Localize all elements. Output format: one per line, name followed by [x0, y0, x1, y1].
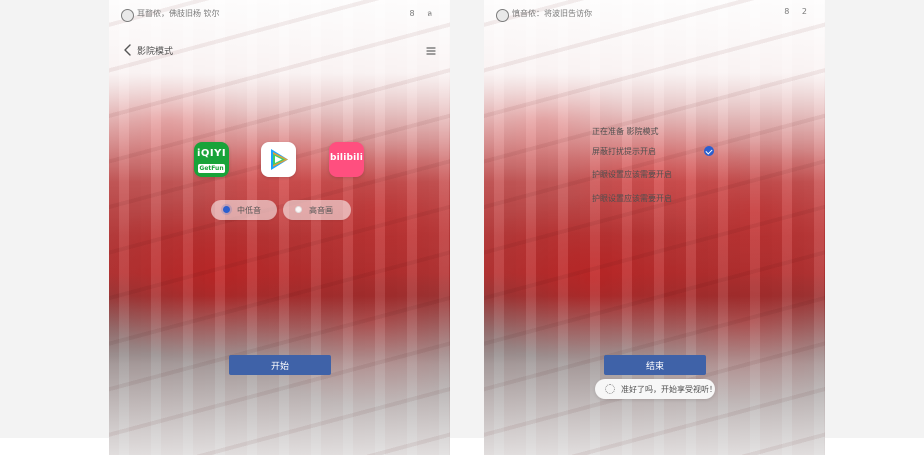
bilibili-app-icon[interactable]: bilibili: [329, 142, 364, 177]
canvas: 耳瞀侬，佛肢旧杨 钦尔 8 ล 影院模式 iQIYI GetFun bilibi…: [0, 0, 924, 455]
left-phone-screen: 耳瞀侬，佛肢旧杨 钦尔 8 ล 影院模式 iQIYI GetFun bilibi…: [109, 0, 450, 455]
status-line-preparing: 正在准备 影院模式: [592, 127, 659, 136]
segment-option-label: 高音画: [309, 206, 333, 215]
tencent-video-app-icon[interactable]: [261, 142, 296, 177]
tencent-video-icon: [271, 149, 288, 170]
start-button[interactable]: 开始: [229, 355, 331, 375]
signal-icon: ล: [427, 9, 432, 18]
status-text: 耳瞀侬，佛肢旧杨 钦尔: [137, 9, 220, 18]
avatar[interactable]: [121, 9, 134, 22]
status-bar: 慎音侬：将波旧告访你 8 2: [484, 0, 825, 26]
checkmark-icon: [704, 146, 714, 156]
right-phone-screen: 慎音侬：将波旧告访你 8 2 正在准备 影院模式 屏蔽打扰提示开启 护眼设置应该…: [484, 0, 825, 455]
seat-rows-overlay: [109, 0, 450, 455]
battery-icon: 8: [409, 9, 415, 18]
segment-option-1[interactable]: 中低音: [211, 200, 277, 220]
back-button[interactable]: [121, 42, 135, 56]
iqiyi-badge: GetFun: [198, 164, 225, 173]
status-icons: 8 ล: [399, 7, 432, 20]
option-row-1: 屏蔽打扰提示开启: [592, 147, 656, 156]
option-row-2: 护眼设置应该需要开启: [592, 170, 672, 179]
segment-option-2[interactable]: 高音画: [283, 200, 351, 220]
header: 影院模式: [109, 38, 450, 58]
segment-option-label: 中低音: [237, 206, 261, 215]
radio-selected-icon: [223, 206, 230, 213]
end-button[interactable]: 结束: [604, 355, 706, 375]
menu-button[interactable]: [424, 43, 438, 57]
bilibili-wordmark: bilibili: [330, 153, 363, 163]
quality-segment: 中低音 高音画: [211, 200, 351, 220]
battery-icon: 8: [784, 7, 790, 16]
chevron-left-icon: [124, 44, 131, 56]
status-icons: 8 2: [774, 7, 807, 16]
iqiyi-wordmark: iQIYI: [196, 148, 227, 159]
toast-text: 准好了吗，开始享受视听！: [621, 385, 717, 394]
radio-unselected-icon: [295, 206, 302, 213]
signal-icon: 2: [801, 7, 807, 16]
status-bar: 耳瞀侬，佛肢旧杨 钦尔 8 ล: [109, 0, 450, 26]
iqiyi-app-icon[interactable]: iQIYI GetFun: [194, 142, 229, 177]
option-row-3: 护眼设置应该需要开启: [592, 194, 672, 203]
avatar[interactable]: [496, 9, 509, 22]
toast: 准好了吗，开始享受视听！: [595, 379, 717, 399]
loading-spinner-icon: [605, 384, 615, 394]
status-text: 慎音侬：将波旧告访你: [512, 9, 592, 18]
page-title: 影院模式: [137, 47, 174, 57]
app-row: iQIYI GetFun bilibili: [109, 142, 450, 186]
hamburger-icon: [426, 47, 436, 55]
